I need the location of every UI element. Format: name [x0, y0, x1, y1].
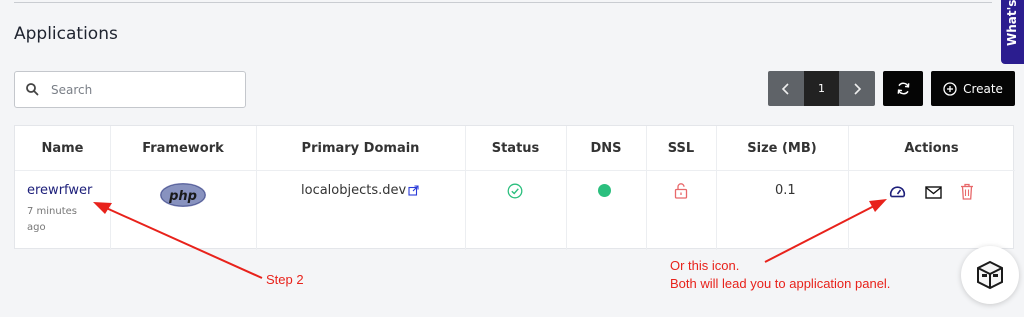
column-header-primary-domain: Primary Domain	[301, 140, 420, 156]
mail-icon[interactable]	[925, 186, 942, 199]
icon-note-line2: Both will lead you to application panel.	[670, 276, 891, 291]
row-divider	[15, 170, 1015, 171]
column-divider	[256, 126, 257, 250]
column-header-framework: Framework	[142, 140, 224, 156]
chat-widget-button[interactable]	[961, 246, 1019, 304]
primary-domain-text: localobjects.dev	[301, 183, 407, 198]
pagination: 1	[768, 71, 875, 106]
current-page[interactable]: 1	[804, 71, 839, 106]
primary-domain[interactable]: localobjects.dev	[301, 183, 419, 198]
page-title: Applications	[14, 24, 118, 44]
unlock-icon[interactable]	[674, 182, 688, 199]
step2-annotation: Step 2	[266, 272, 304, 287]
size-value: 0.1	[775, 183, 796, 198]
app-name-link[interactable]: erewrfwer	[27, 183, 92, 198]
column-header-name: Name	[41, 140, 84, 156]
search-input[interactable]	[51, 80, 236, 100]
status-check-icon	[507, 183, 523, 199]
php-framework-icon: php	[160, 183, 206, 207]
dashboard-icon[interactable]	[889, 184, 906, 201]
search-icon	[26, 83, 39, 96]
column-divider	[716, 126, 717, 250]
search-box[interactable]	[14, 71, 246, 108]
trash-icon[interactable]	[960, 183, 974, 200]
create-label: Create	[963, 81, 1003, 96]
column-header-ssl: SSL	[667, 140, 695, 156]
chevron-left-icon	[781, 82, 789, 95]
column-header-status: Status	[491, 140, 540, 156]
column-header-dns: DNS	[590, 140, 622, 156]
chevron-right-icon	[854, 82, 862, 95]
column-divider	[848, 126, 849, 250]
column-divider	[646, 126, 647, 250]
column-divider	[566, 126, 567, 250]
whats-new-label: What's	[1005, 0, 1019, 46]
refresh-icon	[897, 82, 909, 95]
column-header-size: Size (MB)	[747, 140, 817, 156]
plus-circle-icon	[943, 81, 957, 96]
app-created-time: 7 minutes ago	[27, 206, 78, 233]
prev-page-button[interactable]	[768, 71, 804, 106]
column-divider	[110, 126, 111, 250]
refresh-button[interactable]	[883, 71, 923, 106]
column-header-actions: Actions	[904, 140, 959, 156]
php-logo-text: php	[168, 189, 197, 204]
external-link-icon[interactable]	[408, 185, 419, 196]
column-divider	[465, 126, 466, 250]
dns-status-dot	[598, 184, 611, 197]
create-button[interactable]: Create	[931, 71, 1015, 106]
next-page-button[interactable]	[839, 71, 875, 106]
whats-new-tab[interactable]: What's	[1001, 0, 1024, 64]
chat-bot-icon	[977, 260, 1003, 290]
applications-table: Name Framework Primary Domain Status DNS…	[14, 125, 1015, 250]
icon-note-line1: Or this icon.	[670, 258, 740, 273]
top-divider	[14, 2, 992, 3]
